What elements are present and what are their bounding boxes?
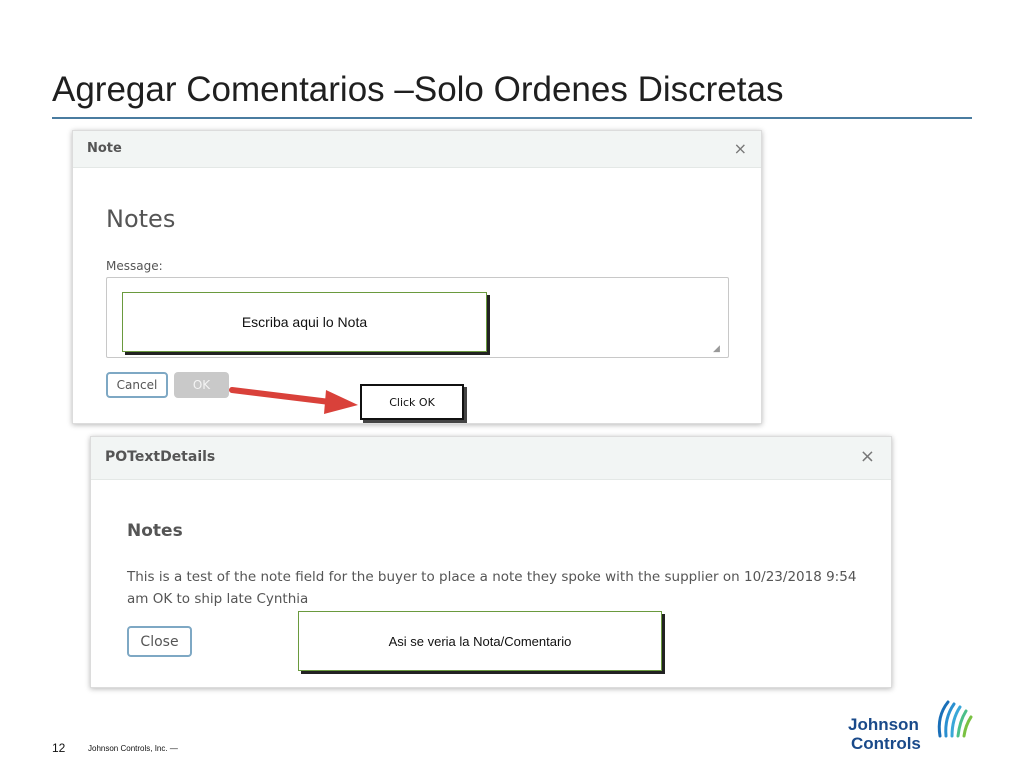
po-dialog-title: POTextDetails <box>105 449 216 465</box>
title-divider <box>52 117 972 119</box>
close-button[interactable]: Close <box>127 626 192 657</box>
note-dialog: Note × Notes Message: ◢ Cancel OK <box>72 130 762 424</box>
note-dialog-header: Note × <box>73 131 761 168</box>
footer-text: Johnson Controls, Inc. — <box>88 744 178 753</box>
callout-click-ok: Click OK <box>360 384 464 420</box>
message-label: Message: <box>106 259 163 273</box>
note-dialog-title: Note <box>87 141 122 156</box>
callout-view-note: Asi se veria la Nota/Comentario <box>298 611 662 671</box>
po-dialog-header: POTextDetails × <box>91 437 891 480</box>
notes-heading: Notes <box>127 521 183 541</box>
close-icon[interactable]: × <box>860 446 875 467</box>
note-text: This is a test of the note field for the… <box>127 569 857 607</box>
red-arrow-icon <box>229 387 358 414</box>
notes-heading: Notes <box>106 205 176 233</box>
logo-text-johnson: Johnson <box>848 715 919 734</box>
page-number: 12 <box>52 741 66 755</box>
callout-write-note: Escriba aqui lo Nota <box>122 292 487 352</box>
resize-grip-icon[interactable]: ◢ <box>713 344 759 422</box>
johnson-controls-logo-icon <box>937 700 973 738</box>
close-icon[interactable]: × <box>734 139 747 158</box>
ok-button[interactable]: OK <box>174 372 229 398</box>
slide-title: Agregar Comentarios –Solo Ordenes Discre… <box>52 70 784 109</box>
logo-text-controls: Controls <box>851 734 921 753</box>
johnson-controls-logo: Johnson Controls <box>848 698 976 754</box>
cancel-button[interactable]: Cancel <box>106 372 168 398</box>
